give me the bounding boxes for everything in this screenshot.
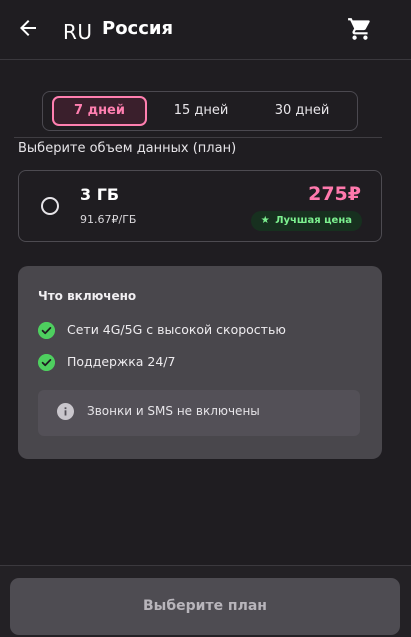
tab-15-days[interactable]: 15 дней [156,96,246,126]
included-panel: Что включено Сети 4G/5G с высокой скорос… [18,266,382,459]
best-price-badge: ★ Лучшая цена [250,211,362,231]
plan-option-card[interactable]: 3 ГБ 91.67₽/ГБ 275₽ ★ Лучшая цена [18,170,382,242]
badge-label: Лучшая цена [275,215,352,226]
tab-7-days[interactable]: 7 дней [52,96,147,126]
select-plan-button[interactable]: Выберите план [10,578,400,635]
info-icon [57,403,74,420]
plan-radio-button[interactable] [41,197,59,215]
section-label: Выберите объем данных (план) [18,141,237,156]
notice-text: Звонки и SMS не включены [87,404,260,418]
country-name: Россия [102,18,174,39]
check-circle-icon [38,322,55,339]
calls-sms-notice: Звонки и SMS не включены [38,390,360,436]
plan-name: 3 ГБ [80,185,120,204]
included-title: Что включено [38,289,137,303]
arrow-left-icon[interactable] [16,16,40,40]
feature-text: Поддержка 24/7 [67,354,176,369]
country-code: RU [63,20,93,44]
plan-price: 275₽ [308,183,361,205]
shopping-cart-icon[interactable] [347,16,373,42]
feature-text: Сети 4G/5G с высокой скоростью [67,322,286,337]
check-circle-icon [38,354,55,371]
duration-tabs: 7 дней 15 дней 30 дней [42,91,358,131]
star-icon: ★ [260,215,270,226]
top-app-bar: RU Россия [0,0,411,60]
divider [14,137,382,138]
plan-unit-price: 91.67₽/ГБ [80,213,137,226]
tab-30-days[interactable]: 30 дней [256,96,348,126]
